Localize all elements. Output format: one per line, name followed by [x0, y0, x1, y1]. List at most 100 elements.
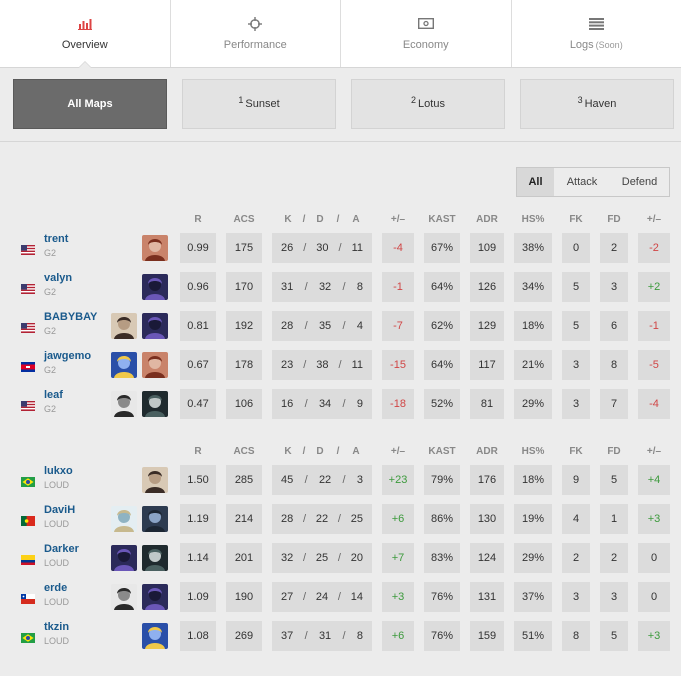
stat-hs: 38% [514, 233, 552, 263]
stat-fkd: +3 [638, 621, 670, 651]
player-team-tag: G2 [44, 404, 57, 414]
map-button-sunset[interactable]: 1 Sunset [182, 79, 336, 129]
player-name-link[interactable]: jawgemo [44, 350, 91, 362]
stat-adr: 126 [470, 272, 504, 302]
column-header: ACS [233, 446, 255, 457]
column-header: KAST [428, 214, 456, 225]
column-header: D [316, 214, 324, 225]
side-filter-all[interactable]: All [517, 168, 554, 196]
stat-value: 0 [650, 591, 658, 603]
stat-hs: 29% [514, 543, 552, 573]
stat-value: 5 [572, 320, 580, 332]
stat-kd: -4 [382, 233, 414, 263]
stat-hs: 19% [514, 504, 552, 534]
stat-value: 2 [610, 552, 618, 564]
tab-label: Performance [224, 39, 287, 51]
stat-acs: 285 [226, 465, 262, 495]
tab-overview[interactable]: Overview [0, 0, 171, 68]
stat-value: 5 [572, 281, 580, 293]
stat-value: 29% [521, 552, 545, 564]
stat-fkd: -2 [638, 233, 670, 263]
stat-value: 0.96 [187, 281, 209, 293]
list-icon [588, 17, 604, 31]
bar-chart-icon [77, 17, 92, 31]
column-header: / [302, 214, 306, 225]
column-header: +/– [646, 214, 662, 225]
player-name-link[interactable]: valyn [44, 272, 72, 284]
player-name-link[interactable]: tkzin [44, 621, 69, 633]
map-button-all-maps[interactable]: All Maps [13, 79, 167, 129]
tab-performance[interactable]: Performance [171, 0, 341, 67]
stat-kd: +3 [382, 582, 414, 612]
stat-fd: 5 [600, 621, 628, 651]
stat-separator: / [342, 398, 346, 410]
player-team-tag: LOUD [44, 636, 70, 646]
stat-separator: / [304, 630, 308, 642]
player-team-tag: G2 [44, 365, 57, 375]
side-filter-defend[interactable]: Defend [610, 168, 669, 196]
stat-k: 28 [281, 513, 294, 525]
stat-value: 29% [521, 398, 545, 410]
column-header: +/– [646, 446, 662, 457]
map-button-haven[interactable]: 3 Haven [520, 79, 674, 129]
stat-value: 67% [430, 242, 454, 254]
stat-k: 37 [281, 630, 294, 642]
stat-separator: / [337, 513, 341, 525]
stat-fd: 5 [600, 465, 628, 495]
stat-r: 0.99 [180, 233, 216, 263]
player-name-link[interactable]: BABYBAY [44, 311, 97, 323]
stat-acs: 269 [226, 621, 262, 651]
stat-value: 285 [234, 474, 254, 486]
tab-economy[interactable]: Economy [341, 0, 512, 67]
stat-value: 3 [572, 359, 580, 371]
stat-value: 214 [234, 513, 254, 525]
stat-adr: 109 [470, 233, 504, 263]
stat-adr: 124 [470, 543, 504, 573]
stat-kda: 28 / 22 / 25 [272, 504, 372, 534]
stat-k: 45 [281, 474, 294, 486]
stat-separator: / [342, 474, 346, 486]
stat-fkd: -1 [638, 311, 670, 341]
column-header: KAST [428, 446, 456, 457]
stat-kast: 62% [424, 311, 460, 341]
stat-r: 1.09 [180, 582, 216, 612]
flag-us-icon [21, 398, 35, 411]
stat-k: 32 [281, 552, 294, 564]
agent-viper-icon [142, 391, 168, 417]
side-filter-attack[interactable]: Attack [554, 168, 610, 196]
player-row: erde LOUD 1.09 190 27 / 24 / 14 +3 76% 131 37% 3 3 0 [0, 580, 681, 614]
map-label: All Maps [67, 98, 113, 110]
agent-neon-icon [142, 623, 168, 649]
player-name-link[interactable]: trent [44, 233, 68, 245]
stat-k: 16 [281, 398, 294, 410]
stat-kast: 52% [424, 389, 460, 419]
stat-value: 3 [610, 281, 618, 293]
stat-kast: 67% [424, 233, 460, 263]
agent-fade-icon [111, 391, 137, 417]
stat-separator: / [342, 630, 346, 642]
stat-value: 0 [572, 242, 580, 254]
stat-fd: 3 [600, 582, 628, 612]
stat-separator: / [303, 513, 307, 525]
stat-fk: 5 [562, 311, 590, 341]
map-button-lotus[interactable]: 2 Lotus [351, 79, 505, 129]
stat-hs: 51% [514, 621, 552, 651]
tab-logs[interactable]: Logs (Soon) [512, 0, 681, 67]
player-name-link[interactable]: leaf [44, 389, 63, 401]
stat-value: 2 [572, 552, 580, 564]
stat-kast: 83% [424, 543, 460, 573]
player-name-link[interactable]: Darker [44, 543, 79, 555]
player-name-link[interactable]: erde [44, 582, 67, 594]
stat-kd: +6 [382, 504, 414, 534]
flag-us-icon [21, 242, 35, 255]
player-name-link[interactable]: lukxo [44, 465, 73, 477]
player-name-link[interactable]: DaviH [44, 504, 75, 516]
flag-br-icon [21, 630, 35, 643]
player-row: Darker LOUD 1.14 201 32/25/20 +7 83% 124 29% 2 2 0 [0, 541, 681, 575]
stat-r: 0.81 [180, 311, 216, 341]
player-row: BABYBAY G2 0.81 192 28 / 35 / 4 -7 62% 129 18% 5 6 -1 [0, 309, 681, 343]
stat-value: 9 [572, 474, 580, 486]
stat-d: 38 [316, 359, 329, 371]
stat-value: -4 [649, 398, 659, 410]
stat-fk: 4 [562, 504, 590, 534]
